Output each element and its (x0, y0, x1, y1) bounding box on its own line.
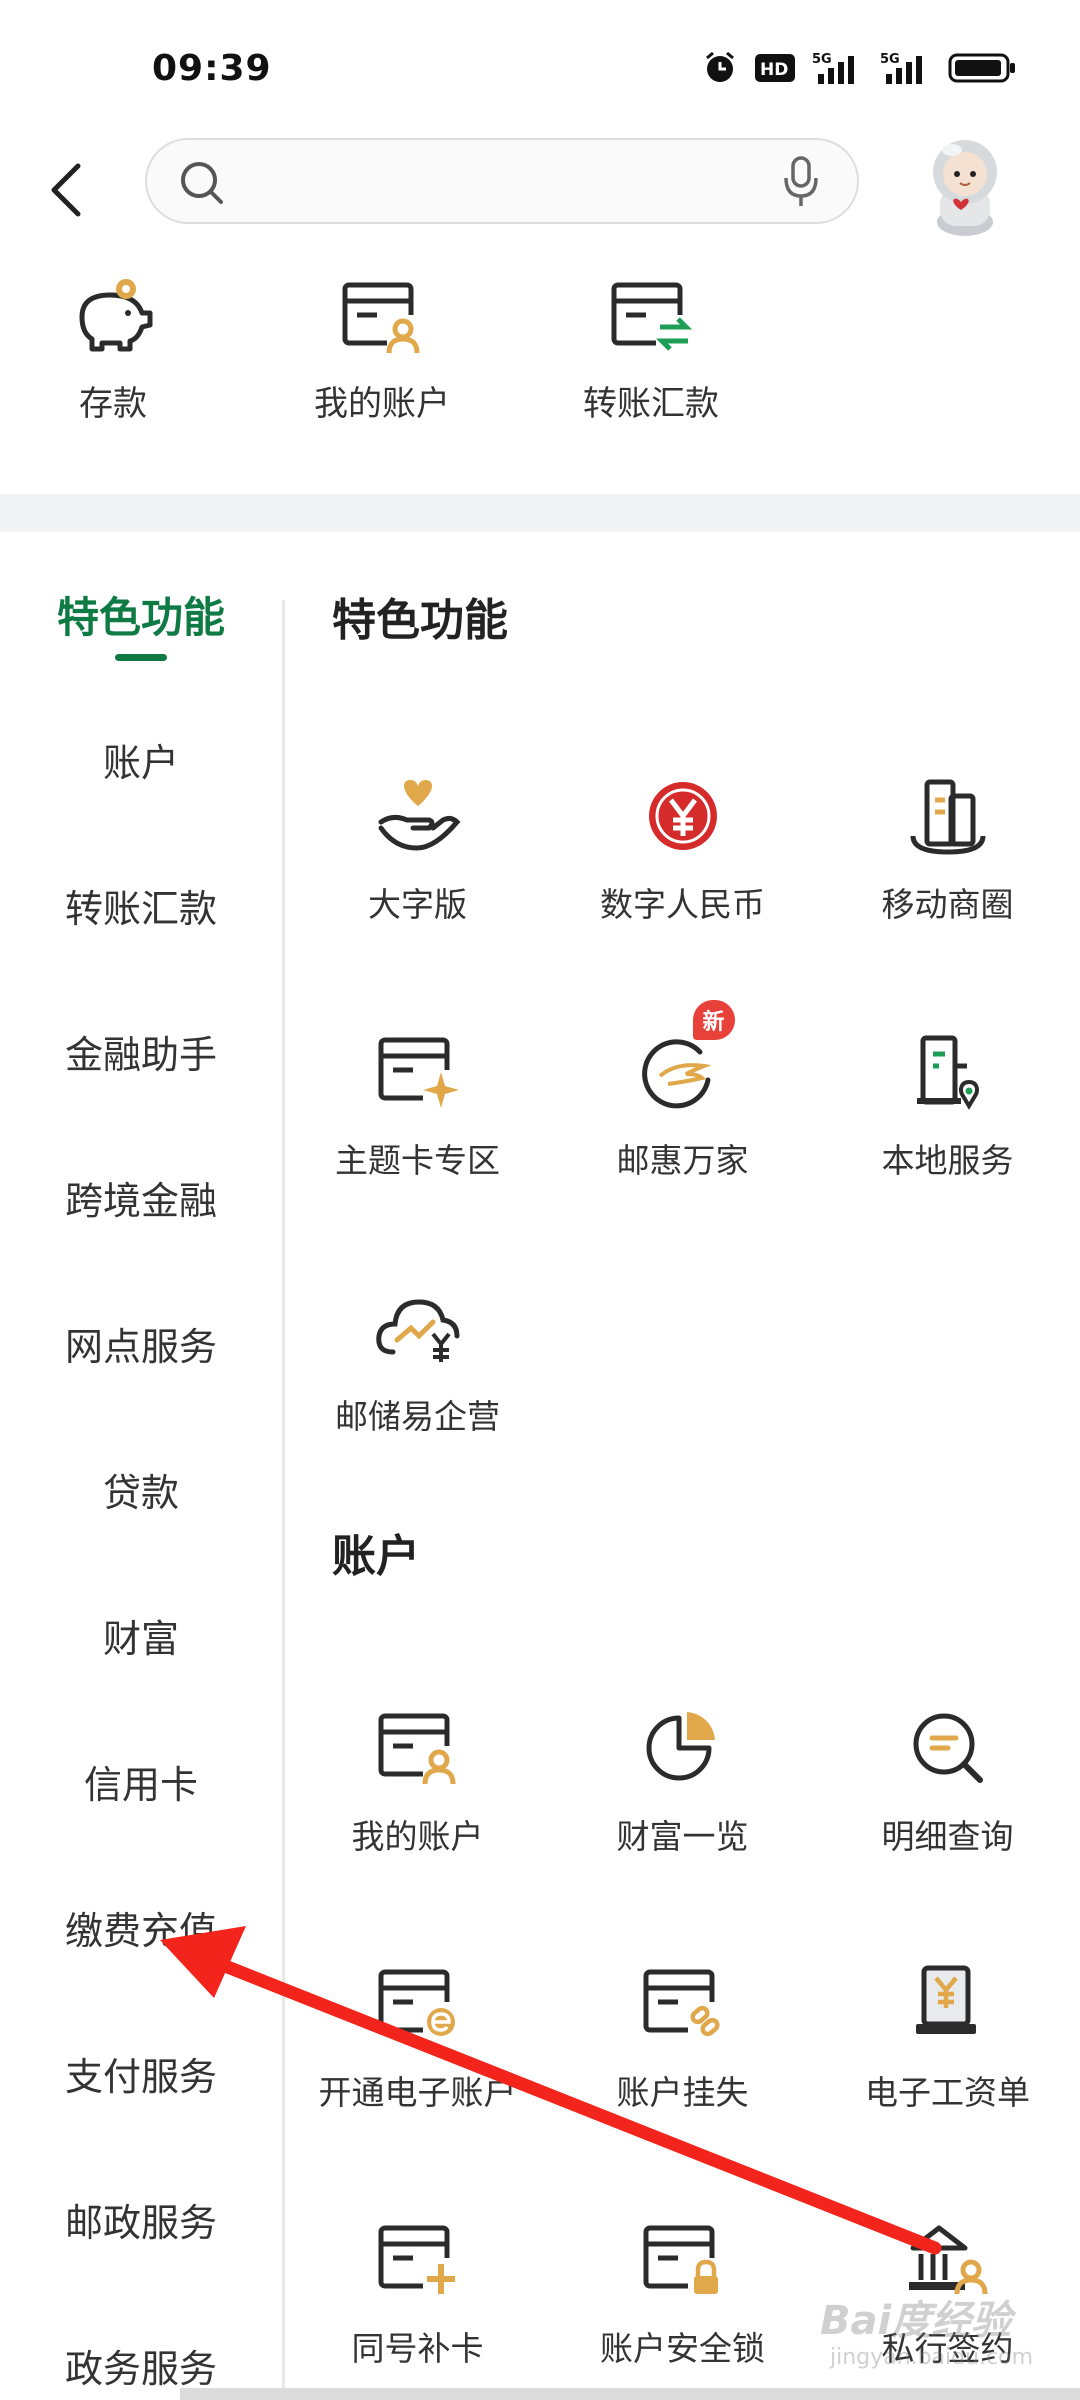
sidebar-item-finance-assistant[interactable]: 金融助手 (0, 1024, 282, 1079)
microphone-icon[interactable] (781, 154, 821, 214)
search-icon (177, 158, 227, 212)
sidebar-item-transfer[interactable]: 转账汇款 (0, 878, 282, 933)
feature-content: 特色功能 大字版 数字人民币 移动商圈 主题卡专区 新 邮惠万家 本地服务 邮储… (285, 540, 1080, 2400)
account-wealth-overview[interactable]: 财富一览 (550, 1700, 815, 1858)
feature-label: 本地服务 (881, 1141, 1014, 1180)
net1-label: 5G (812, 52, 832, 67)
sidebar-item-credit-card[interactable]: 信用卡 (0, 1754, 282, 1809)
feature-psbc-enterprise[interactable]: 邮储易企营 (285, 1280, 550, 1438)
avatar[interactable] (910, 130, 1020, 240)
feature-youhui-wanjia[interactable]: 新 邮惠万家 (550, 1000, 815, 1182)
local-service-icon (900, 1024, 996, 1120)
battery-icon (948, 52, 1018, 84)
feature-label: 明细查询 (881, 1817, 1014, 1856)
e-account-icon (370, 1956, 466, 2052)
feature-label: 同号补卡 (351, 2329, 484, 2368)
net2-label: 5G (880, 52, 900, 67)
feature-label: 账户安全锁 (600, 2329, 765, 2368)
cloud-chart-icon (370, 1280, 466, 1376)
quick-label: 转账汇款 (583, 384, 719, 424)
quick-label: 我的账户 (314, 384, 450, 424)
feature-label: 移动商圈 (881, 885, 1014, 924)
search-input[interactable] (145, 138, 859, 224)
section-title-account: 账户 (332, 1531, 420, 1582)
signal-5g-icon: 5G (812, 50, 864, 86)
feature-digital-rmb[interactable]: 数字人民币 (550, 768, 815, 926)
feature-label: 大字版 (368, 885, 467, 924)
feature-large-font[interactable]: 大字版 (285, 768, 550, 926)
account-e-payslip[interactable]: 电子工资单 (815, 1956, 1080, 2114)
status-bar: 09:39 HD 5G 5G (0, 0, 1080, 140)
watermark-url: jingyan.baidu.com (830, 2345, 1034, 2370)
feature-label: 开通电子账户 (318, 2073, 517, 2112)
quick-actions: 存款 我的账户 转账汇款 (0, 272, 1080, 452)
feature-label: 数字人民币 (600, 885, 765, 924)
astronaut-mascot-icon (933, 140, 997, 236)
digital-rmb-icon (635, 768, 731, 864)
quick-item-transfer[interactable]: 转账汇款 (541, 272, 761, 425)
watermark-logo: Bai度经验 (820, 2298, 1012, 2344)
sidebar-item-loan[interactable]: 贷款 (0, 1462, 282, 1517)
status-time: 09:39 (152, 48, 272, 89)
mobile-mall-icon (900, 768, 996, 864)
heart-hand-icon (370, 768, 466, 864)
feature-local-service[interactable]: 本地服务 (815, 1024, 1080, 1182)
feature-theme-card[interactable]: 主题卡专区 (285, 1024, 550, 1182)
section-divider (0, 494, 1080, 532)
feature-label: 主题卡专区 (335, 1141, 500, 1180)
sidebar-item-branch-service[interactable]: 网点服务 (0, 1316, 282, 1371)
account-open-e-account[interactable]: 开通电子账户 (285, 1956, 550, 2114)
account-report-loss[interactable]: 账户挂失 (550, 1956, 815, 2114)
section-title-featured: 特色功能 (332, 595, 508, 646)
detail-search-icon (900, 1700, 996, 1796)
feature-label: 邮惠万家 (616, 1141, 749, 1180)
sidebar-item-bill-payment[interactable]: 缴费充值 (0, 1900, 282, 1955)
quick-item-deposit[interactable]: 存款 (3, 272, 223, 425)
youhui-icon: 新 (635, 1000, 735, 1120)
active-indicator (115, 654, 167, 661)
account-my-account[interactable]: 我的账户 (285, 1700, 550, 1858)
sidebar-item-payment-service[interactable]: 支付服务 (0, 2046, 282, 2101)
payslip-icon (900, 1956, 996, 2052)
account-loss-icon (635, 1956, 731, 2052)
quick-item-my-account[interactable]: 我的账户 (272, 272, 492, 425)
account-card-replacement[interactable]: 同号补卡 (285, 2212, 550, 2370)
account-card-icon (370, 1700, 466, 1796)
sidebar-item-featured[interactable]: 特色功能 (0, 584, 282, 645)
sidebar-item-wealth[interactable]: 财富 (0, 1608, 282, 1663)
sidebar-item-government-service[interactable]: 政务服务 (0, 2338, 282, 2393)
account-lock-icon (635, 2212, 731, 2308)
feature-label: 我的账户 (351, 1817, 484, 1856)
hd-icon: HD (754, 53, 796, 83)
status-icons: HD 5G 5G (702, 50, 1018, 86)
back-arrow-icon (51, 163, 81, 217)
sidebar-item-account[interactable]: 账户 (0, 732, 282, 787)
piggy-bank-icon (63, 272, 163, 362)
bottom-scroll-strip (180, 2388, 1080, 2400)
top-bar (0, 130, 1080, 250)
feature-label: 财富一览 (616, 1817, 749, 1856)
alarm-icon (702, 50, 738, 86)
sidebar-item-postal-service[interactable]: 邮政服务 (0, 2192, 282, 2247)
transfer-icon (601, 272, 701, 362)
back-button[interactable] (38, 150, 94, 230)
account-card-icon (332, 272, 432, 362)
signal-5g-icon-2: 5G (880, 50, 932, 86)
quick-label: 存款 (79, 384, 147, 424)
pie-chart-icon (635, 1700, 731, 1796)
theme-card-icon (370, 1024, 466, 1120)
card-replace-icon (370, 2212, 466, 2308)
feature-label: 电子工资单 (865, 2073, 1030, 2112)
hd-label: HD (760, 60, 788, 80)
sidebar-item-cross-border[interactable]: 跨境金融 (0, 1170, 282, 1225)
feature-label: 邮储易企营 (335, 1397, 500, 1436)
account-detail-query[interactable]: 明细查询 (815, 1700, 1080, 1858)
category-sidebar: 特色功能 账户 转账汇款 金融助手 跨境金融 网点服务 贷款 财富 信用卡 缴费… (0, 540, 282, 2400)
feature-mobile-mall[interactable]: 移动商圈 (815, 768, 1080, 926)
new-badge: 新 (692, 1000, 735, 1040)
account-security-lock[interactable]: 账户安全锁 (550, 2212, 815, 2370)
feature-label: 账户挂失 (616, 2073, 749, 2112)
